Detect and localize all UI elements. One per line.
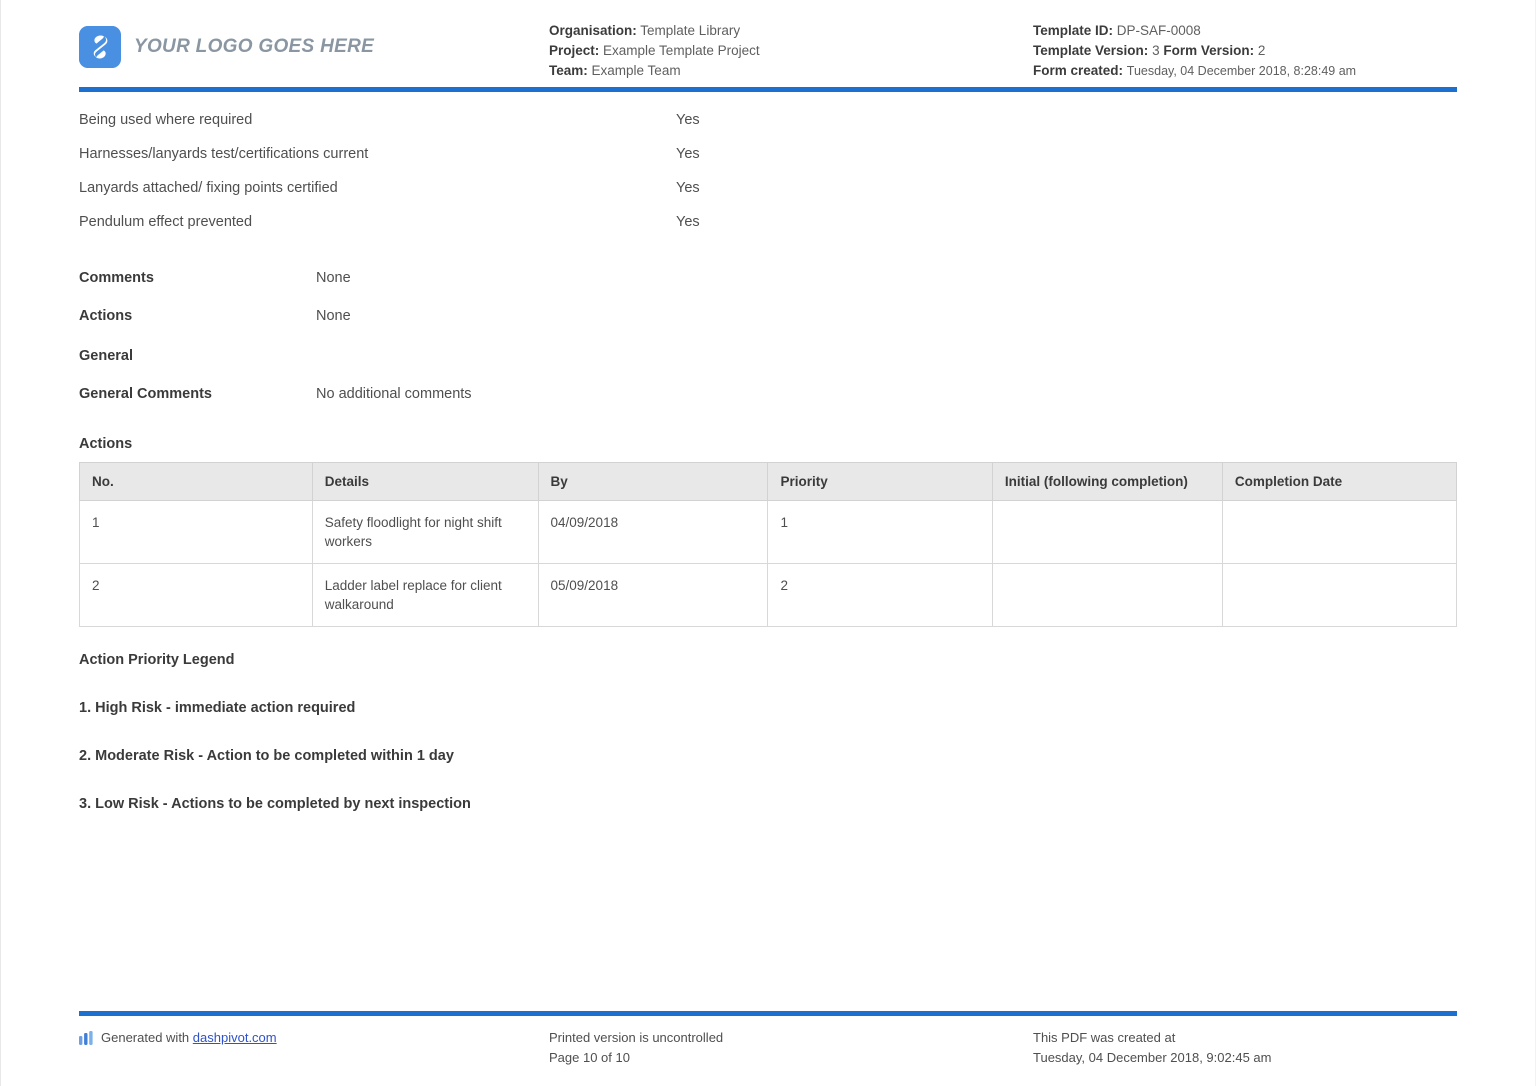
checklist-row: Being used where required Yes xyxy=(79,112,1457,146)
checklist-answer: Yes xyxy=(676,180,700,196)
column-header-details: Details xyxy=(311,462,539,501)
general-heading: General xyxy=(79,348,133,364)
header-template-info: Template ID: DP-SAF-0008 Template Versio… xyxy=(1009,0,1457,81)
column-header-priority: Priority xyxy=(767,462,993,501)
cell-details: Safety floodlight for night shift worker… xyxy=(311,500,539,564)
cell-initial xyxy=(991,563,1223,627)
page-number: Page 10 of 10 xyxy=(549,1050,630,1065)
header-project-row: Project: Example Template Project xyxy=(549,41,1009,61)
general-comments-label: General Comments xyxy=(79,386,212,402)
column-header-no: No. xyxy=(79,462,313,501)
document-header: YOUR LOGO GOES HERE Organisation: Templa… xyxy=(1,0,1535,92)
footer-generated-block: Generated with dashpivot.com xyxy=(79,1028,549,1068)
general-comments-value: No additional comments xyxy=(316,386,472,402)
column-header-completion-date: Completion Date xyxy=(1221,462,1458,501)
footer-print-block: Printed version is uncontrolled Page 10 … xyxy=(549,1028,1009,1068)
cell-completion-date xyxy=(1221,563,1458,627)
actions-field: Actions None xyxy=(79,308,1457,324)
table-row: 1 Safety floodlight for night shift work… xyxy=(79,500,1458,564)
cell-by: 05/09/2018 xyxy=(537,563,769,627)
company-logo-icon xyxy=(79,26,121,68)
bar-chart-icon xyxy=(79,1031,94,1045)
actions-value: None xyxy=(316,308,351,324)
table-row: 2 Ladder label replace for client walkar… xyxy=(79,563,1458,627)
document-page: YOUR LOGO GOES HERE Organisation: Templa… xyxy=(0,0,1536,1086)
header-project-info: Organisation: Template Library Project: … xyxy=(549,0,1009,81)
checklist-question: Being used where required xyxy=(79,112,253,128)
cell-priority: 1 xyxy=(767,500,993,564)
header-organisation-row: Organisation: Template Library xyxy=(549,21,1009,41)
cell-details: Ladder label replace for client walkarou… xyxy=(311,563,539,627)
header-template-id-row: Template ID: DP-SAF-0008 xyxy=(1033,21,1457,41)
logo-block: YOUR LOGO GOES HERE xyxy=(79,0,549,68)
checklist-question: Pendulum effect prevented xyxy=(79,214,253,230)
general-comments-field: General Comments No additional comments xyxy=(79,386,1457,402)
pdf-created-value: Tuesday, 04 December 2018, 9:02:45 am xyxy=(1033,1050,1272,1065)
template-version-label: Template Version: xyxy=(1033,43,1149,58)
form-version-label: Form Version: xyxy=(1163,43,1255,58)
cell-no: 1 xyxy=(79,500,313,564)
logo-text: YOUR LOGO GOES HERE xyxy=(134,36,375,57)
template-version-value: 3 xyxy=(1152,43,1160,58)
checklist-section: Being used where required Yes Harnesses/… xyxy=(79,112,1457,248)
organisation-value: Template Library xyxy=(640,23,741,38)
column-header-by: By xyxy=(537,462,769,501)
comments-label: Comments xyxy=(79,270,154,286)
generated-prefix: Generated with xyxy=(101,1030,190,1045)
legend-item-moderate-risk: 2. Moderate Risk - Action to be complete… xyxy=(79,748,454,764)
checklist-question: Lanyards attached/ fixing points certifi… xyxy=(79,180,338,196)
comments-field: Comments None xyxy=(79,270,1457,286)
header-version-row: Template Version: 3 Form Version: 2 xyxy=(1033,41,1457,61)
footer-generated-text: Generated with dashpivot.com xyxy=(101,1028,277,1048)
legend-item-high-risk: 1. High Risk - immediate action required xyxy=(79,700,356,716)
team-value: Example Team xyxy=(591,63,681,78)
header-form-created-row: Form created: Tuesday, 04 December 2018,… xyxy=(1033,61,1457,81)
column-header-initial: Initial (following completion) xyxy=(991,462,1223,501)
template-id-value: DP-SAF-0008 xyxy=(1116,23,1201,38)
actions-table: No. Details By Priority Initial (followi… xyxy=(79,462,1458,627)
actions-table-title: Actions xyxy=(79,436,133,452)
document-body: Being used where required Yes Harnesses/… xyxy=(1,92,1535,812)
dashpivot-link[interactable]: dashpivot.com xyxy=(193,1030,277,1045)
cell-by: 04/09/2018 xyxy=(537,500,769,564)
printed-notice: Printed version is uncontrolled xyxy=(549,1030,724,1045)
cell-initial xyxy=(991,500,1223,564)
form-created-label: Form created: xyxy=(1033,63,1124,78)
checklist-row: Harnesses/lanyards test/certifications c… xyxy=(79,146,1457,180)
header-team-row: Team: Example Team xyxy=(549,61,1009,81)
team-label: Team: xyxy=(549,63,588,78)
checklist-answer: Yes xyxy=(676,112,700,128)
checklist-question: Harnesses/lanyards test/certifications c… xyxy=(79,146,369,162)
table-header-row: No. Details By Priority Initial (followi… xyxy=(79,462,1458,501)
cell-no: 2 xyxy=(79,563,313,627)
footer-pdf-block: This PDF was created at Tuesday, 04 Dece… xyxy=(1009,1028,1457,1068)
form-version-value: 2 xyxy=(1257,43,1266,58)
form-created-value: Tuesday, 04 December 2018, 8:28:49 am xyxy=(1126,64,1357,78)
comments-value: None xyxy=(316,270,351,286)
checklist-row: Lanyards attached/ fixing points certifi… xyxy=(79,180,1457,214)
template-id-label: Template ID: xyxy=(1033,23,1114,38)
pdf-created-label: This PDF was created at xyxy=(1033,1030,1176,1045)
actions-label: Actions xyxy=(79,308,133,324)
footer-divider xyxy=(79,1011,1457,1016)
project-value: Example Template Project xyxy=(603,43,760,58)
organisation-label: Organisation: xyxy=(549,23,637,38)
cell-completion-date xyxy=(1221,500,1458,564)
project-label: Project: xyxy=(549,43,600,58)
checklist-row: Pendulum effect prevented Yes xyxy=(79,214,1457,248)
checklist-answer: Yes xyxy=(676,146,700,162)
document-footer: Generated with dashpivot.com Printed ver… xyxy=(1,1011,1535,1068)
legend-item-low-risk: 3. Low Risk - Actions to be completed by… xyxy=(79,796,471,812)
legend-title: Action Priority Legend xyxy=(79,652,235,668)
checklist-answer: Yes xyxy=(676,214,700,230)
cell-priority: 2 xyxy=(767,563,993,627)
